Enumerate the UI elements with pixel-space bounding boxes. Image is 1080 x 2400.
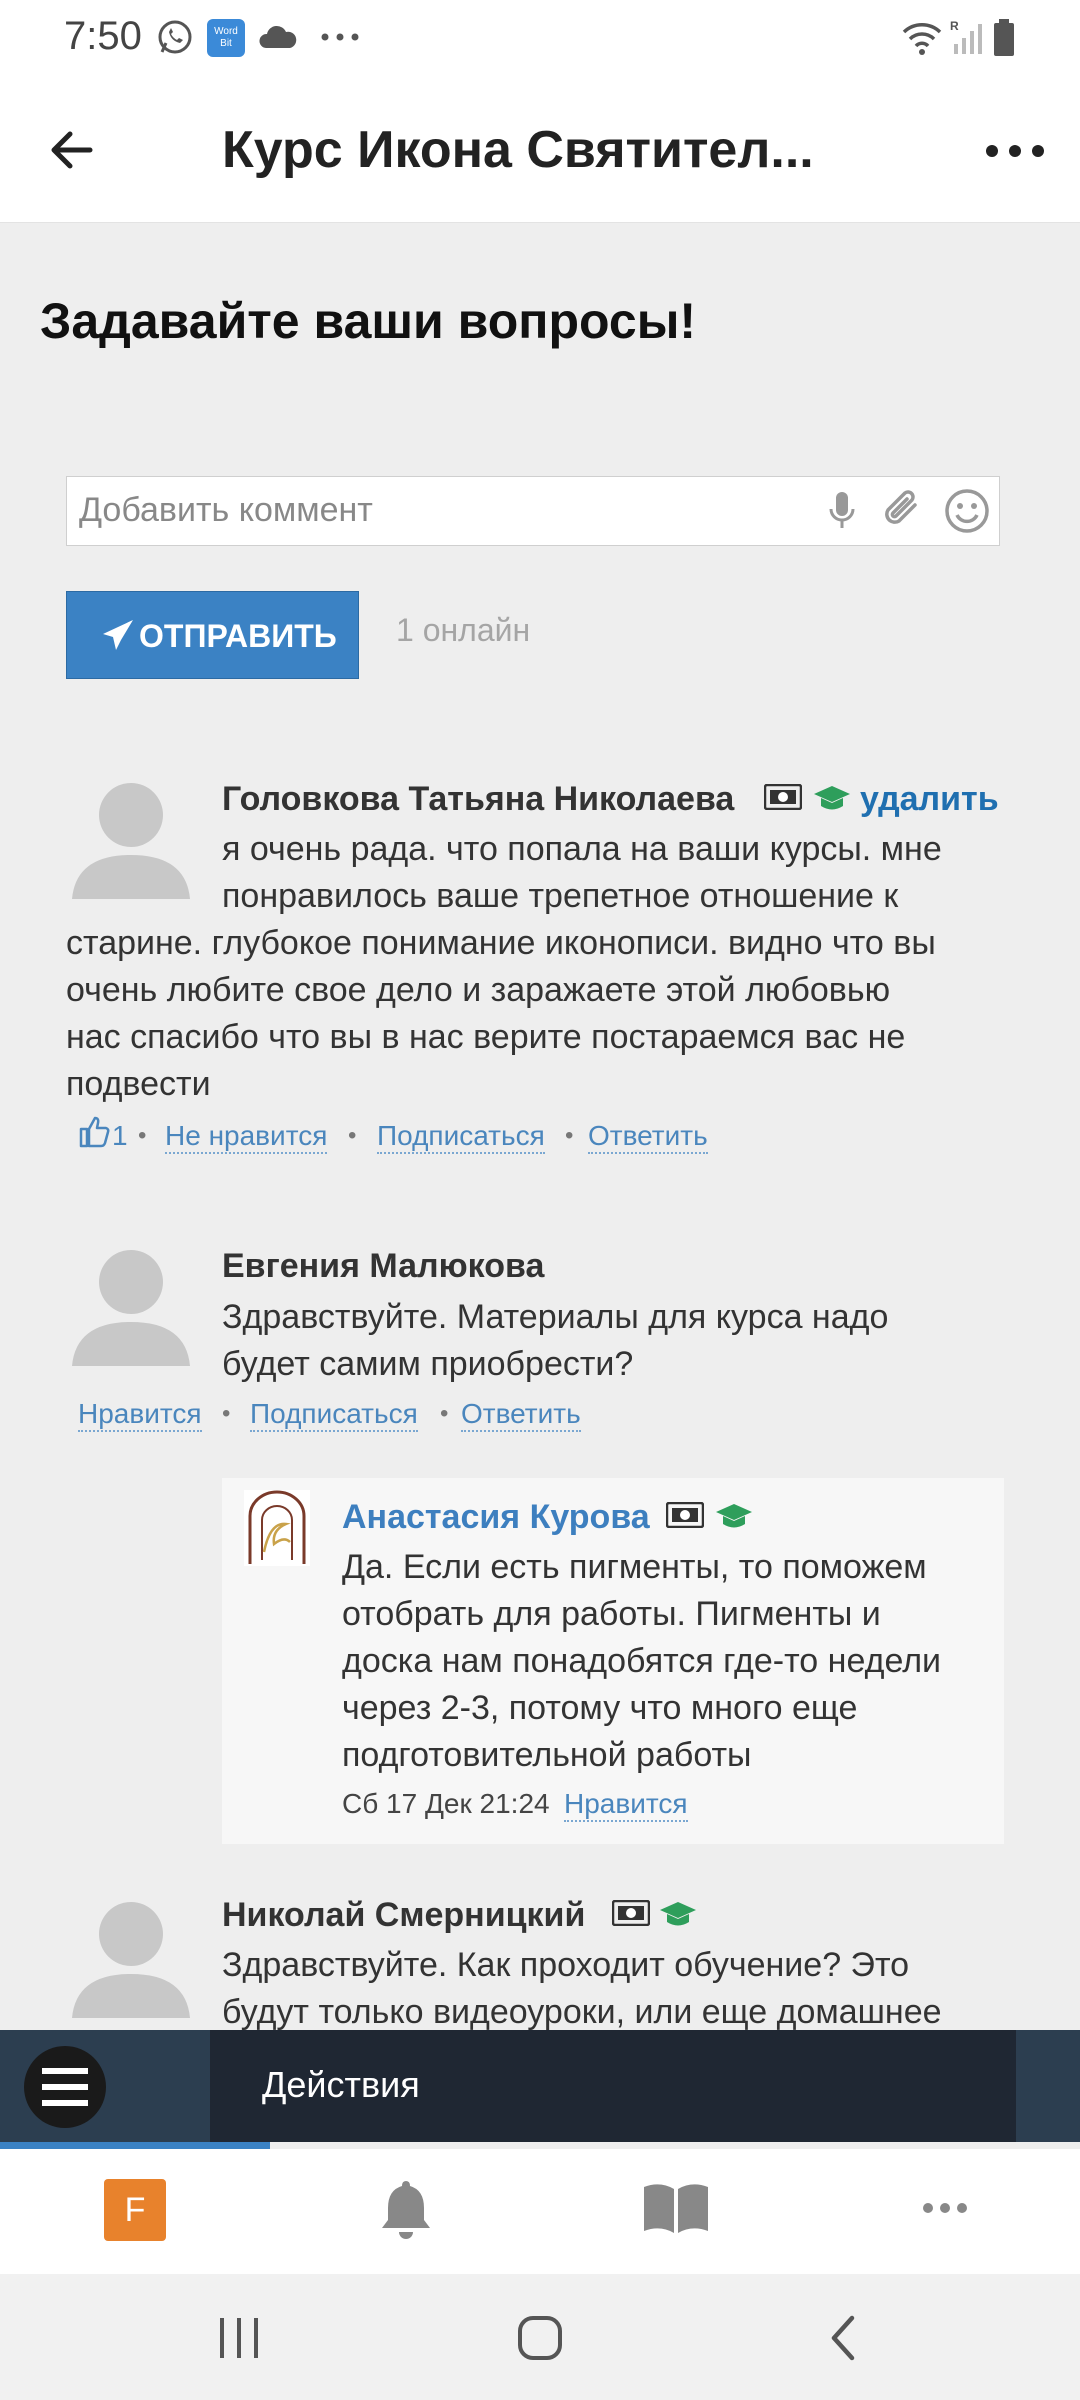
- wifi-icon: [902, 23, 942, 55]
- like-link[interactable]: Нравится: [564, 1788, 688, 1822]
- paper-plane-icon: [103, 620, 133, 650]
- actions-label: Действия: [262, 2064, 420, 2105]
- signal-icon: R: [950, 19, 982, 54]
- graduation-cap-icon: [716, 1504, 752, 1528]
- svg-text:Word: Word: [214, 26, 238, 37]
- reply-text-line: подготовительной работы: [342, 1736, 752, 1774]
- subscribe-link[interactable]: Подписаться: [250, 1398, 418, 1432]
- graduation-cap-icon: [814, 786, 850, 810]
- emoji-icon[interactable]: [943, 487, 991, 535]
- menu-button[interactable]: [24, 2046, 106, 2128]
- comment-author[interactable]: Головкова Татьяна Николаева: [222, 780, 734, 819]
- default-avatar-icon: [72, 1902, 190, 2018]
- comment-text-line: будут только видеоуроки, или еще домашне…: [222, 1993, 942, 2031]
- graduation-cap-icon: [660, 1902, 696, 1926]
- comment-text-line: очень любите свое дело и заражаете этой …: [66, 971, 891, 1009]
- comment-text-line: нас спасибо что вы в нас верите постарае…: [66, 1018, 906, 1056]
- separator-dot: •: [348, 1122, 357, 1149]
- reply-comment: Анастасия Курова Да. Если есть пигменты,…: [222, 1478, 1004, 1844]
- comment-text-line: старине. глубокое понимание иконописи. в…: [66, 924, 936, 962]
- svg-text:Bit: Bit: [220, 38, 232, 49]
- subscribe-link[interactable]: Подписаться: [377, 1120, 545, 1154]
- status-bar: 7:50 Word Bit R: [0, 0, 1080, 80]
- section-heading: Задавайте ваши вопросы!: [40, 293, 697, 349]
- like-link[interactable]: Нравится: [78, 1398, 202, 1432]
- comment-author[interactable]: Николай Смерницкий: [222, 1896, 585, 1935]
- comment-text-line: подвести: [66, 1065, 211, 1103]
- back-arrow-icon[interactable]: [44, 120, 104, 180]
- online-count: 1 онлайн: [396, 612, 531, 648]
- bottom-navigation: F: [0, 2149, 1080, 2274]
- more-options-icon[interactable]: [980, 126, 1050, 176]
- wordbit-icon: Word Bit: [207, 19, 245, 57]
- whatsapp-icon: [158, 20, 192, 54]
- reply-text-line: доска нам понадобятся где-то недели: [342, 1642, 942, 1680]
- page-title: Курс Икона Святител...: [222, 121, 814, 179]
- recent-apps-icon[interactable]: [216, 2316, 262, 2360]
- separator-dot: •: [440, 1400, 449, 1427]
- reply-link[interactable]: Ответить: [588, 1120, 708, 1154]
- comment-text-line: Здравствуйте. Как проходит обучение? Это: [222, 1946, 910, 1984]
- svg-text:R: R: [950, 19, 959, 33]
- comment-text-line: понравилось ваше трепетное отношение к: [222, 877, 899, 915]
- reply-text-line: отобрать для работы. Пигменты и: [342, 1595, 881, 1633]
- top-app-bar: Курс Икона Святител...: [0, 80, 1080, 223]
- thumbs-up-icon[interactable]: [78, 1116, 110, 1148]
- dislike-link[interactable]: Не нравится: [165, 1120, 328, 1154]
- more-dots-icon[interactable]: [922, 2201, 968, 2215]
- reply-author[interactable]: Анастасия Курова: [342, 1498, 650, 1537]
- actions-button[interactable]: Действия: [210, 2030, 1016, 2142]
- comment-text-line: будет самим приобрести?: [222, 1345, 634, 1383]
- separator-dot: •: [565, 1122, 574, 1149]
- actions-bar: Действия: [0, 2030, 1080, 2142]
- battery-icon: [994, 19, 1014, 56]
- delete-link[interactable]: удалить: [860, 780, 999, 819]
- default-avatar-icon: [72, 1250, 190, 1366]
- bell-icon[interactable]: [376, 2177, 436, 2243]
- status-time: 7:50: [64, 14, 142, 58]
- paid-badge-icon: [666, 1502, 704, 1528]
- tab-indicator: [0, 2142, 270, 2149]
- paperclip-icon[interactable]: [879, 487, 925, 533]
- reply-link[interactable]: Ответить: [461, 1398, 581, 1432]
- default-avatar-icon: [72, 783, 190, 899]
- cloud-icon: [259, 25, 297, 48]
- reply-date: Сб 17 Дек 21:24: [342, 1788, 550, 1819]
- author-logo-avatar: [244, 1490, 310, 1566]
- comment-author[interactable]: Евгения Малюкова: [222, 1247, 544, 1286]
- microphone-icon[interactable]: [827, 489, 857, 533]
- reply-text-line: Да. Если есть пигменты, то поможем: [342, 1548, 927, 1586]
- book-icon[interactable]: [642, 2181, 710, 2235]
- paid-badge-icon: [612, 1900, 650, 1926]
- send-button-label: ОТПРАВИТЬ: [139, 618, 337, 654]
- comment-text-line: Здравствуйте. Материалы для курса надо: [222, 1298, 889, 1336]
- hamburger-menu-icon: [42, 2068, 88, 2106]
- more-dots-icon: [321, 33, 359, 41]
- comment-placeholder: Добавить коммент: [79, 491, 373, 529]
- comment-text-line: я очень рада. что попала на ваши курсы. …: [222, 830, 942, 868]
- separator-dot: •: [138, 1122, 147, 1149]
- separator-dot: •: [222, 1400, 231, 1427]
- profile-avatar[interactable]: F: [104, 2179, 166, 2241]
- comment-input[interactable]: Добавить коммент: [66, 476, 1000, 546]
- like-count: 1: [112, 1120, 128, 1151]
- reply-text-line: через 2-3, потому что много еще: [342, 1689, 858, 1727]
- back-nav-icon[interactable]: [826, 2314, 858, 2362]
- send-button[interactable]: ОТПРАВИТЬ: [66, 591, 359, 679]
- system-navigation-bar: [0, 2274, 1080, 2400]
- paid-badge-icon: [764, 784, 802, 810]
- home-icon[interactable]: [516, 2314, 564, 2362]
